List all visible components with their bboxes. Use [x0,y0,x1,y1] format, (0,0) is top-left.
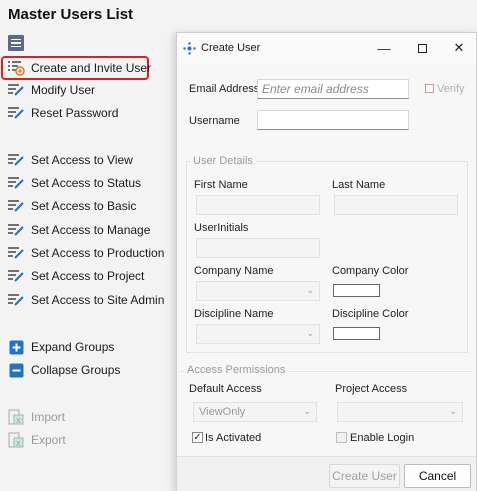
sidebar-item-label: Set Access to Basic [31,199,137,213]
username-label: Username [189,115,240,127]
svg-text:X: X [16,440,21,448]
sidebar-item-collapse-groups[interactable]: Collapse Groups [6,359,120,381]
sidebar-item-expand-groups[interactable]: Expand Groups [6,336,114,358]
user-initials-field[interactable] [196,238,320,258]
sidebar-item-import[interactable]: X Import [6,406,65,428]
discipline-color-picker[interactable] [333,327,380,340]
project-access-select[interactable]: ⌄ [337,402,463,422]
dialog-title: Create User [201,42,261,54]
discipline-name-select[interactable]: ⌄ [196,324,320,344]
verify-button[interactable]: Verify [425,83,465,95]
is-activated-checkbox[interactable]: ✓ [192,432,203,443]
svg-text:X: X [16,417,21,425]
sidebar-item-label: Create and Invite User [31,61,152,75]
edit-list-icon [6,104,26,122]
default-access-value: ViewOnly [199,406,246,418]
dialog-titlebar: Create User — ✕ [177,33,476,63]
minimize-icon[interactable]: — [376,40,392,56]
sidebar-item-export[interactable]: X Export [6,429,66,451]
discipline-color-label: Discipline Color [332,308,409,320]
sidebar-item-label: Modify User [31,83,96,97]
sidebar-item-label: Set Access to Project [31,269,145,283]
company-name-select[interactable]: ⌄ [196,281,320,301]
sidebar-item-label: Set Access to Production [31,246,165,260]
user-initials-label: UserInitials [194,222,249,234]
edit-list-icon [6,291,26,309]
cancel-button[interactable]: Cancel [404,464,471,488]
verify-label: Verify [437,83,465,95]
sidebar-item-label: Reset Password [31,106,119,120]
edit-list-icon [6,221,26,239]
excel-export-icon: X [6,431,26,449]
menu-icon[interactable] [8,35,24,51]
sidebar-item-label: Set Access to Status [31,176,142,190]
sidebar-item-label: Set Access to Site Admin [31,293,165,307]
verify-icon [425,84,434,93]
sidebar-item-create-invite-user[interactable]: Create and Invite User [6,57,151,79]
discipline-name-label: Discipline Name [194,308,274,320]
create-user-button[interactable]: Create User [329,464,400,488]
project-access-label: Project Access [335,383,408,395]
company-color-label: Company Color [332,265,409,277]
sidebar-item-set-access-site-admin[interactable]: Set Access to Site Admin [6,289,164,311]
collapse-icon [6,361,26,379]
sidebar-item-modify-user[interactable]: Modify User [6,79,95,101]
page-title: Master Users List [8,6,134,23]
sidebar-item-label: Import [31,410,66,424]
default-access-label: Default Access [189,383,262,395]
sidebar-item-label: Export [31,433,66,447]
app-icon [183,42,196,58]
email-field[interactable]: Enter email address [257,79,409,99]
company-name-label: Company Name [194,265,274,277]
is-activated-label: Is Activated [205,432,262,444]
chevron-down-icon: ⌄ [306,328,314,338]
default-access-select[interactable]: ViewOnly ⌄ [193,402,317,422]
enable-login-checkbox[interactable] [336,432,347,443]
sidebar-item-set-access-production[interactable]: Set Access to Production [6,242,164,264]
last-name-label: Last Name [332,179,386,191]
excel-import-icon: X [6,408,26,426]
sidebar-item-set-access-view[interactable]: Set Access to View [6,149,133,171]
access-permissions-title: Access Permissions [184,364,289,376]
edit-list-icon [6,267,26,285]
sidebar-item-label: Set Access to View [31,153,133,167]
sidebar-item-set-access-manage[interactable]: Set Access to Manage [6,219,150,241]
chevron-down-icon: ⌄ [306,285,314,295]
sidebar-item-set-access-project[interactable]: Set Access to Project [6,265,144,287]
user-details-title: User Details [190,155,256,167]
last-name-field[interactable] [334,195,458,215]
maximize-icon[interactable] [414,40,430,56]
edit-list-icon [6,174,26,192]
sidebar-item-reset-password[interactable]: Reset Password [6,102,118,124]
email-label: Email Address [189,83,260,95]
username-field[interactable] [257,110,409,130]
edit-list-icon [6,151,26,169]
edit-list-icon [6,81,26,99]
chevron-down-icon: ⌄ [449,406,457,416]
enable-login-label: Enable Login [350,432,415,444]
close-icon[interactable]: ✕ [451,40,467,56]
edit-list-icon [6,244,26,262]
sidebar-item-set-access-status[interactable]: Set Access to Status [6,172,141,194]
sidebar-item-label: Expand Groups [31,340,115,354]
chevron-down-icon: ⌄ [303,406,311,416]
expand-icon [6,338,26,356]
create-user-dialog: Create User — ✕ Email Address Enter emai… [176,32,477,491]
company-color-picker[interactable] [333,284,380,297]
first-name-label: First Name [194,179,248,191]
first-name-field[interactable] [196,195,320,215]
sidebar-item-set-access-basic[interactable]: Set Access to Basic [6,195,136,217]
edit-list-icon [6,197,26,215]
add-user-list-icon [6,59,26,77]
dialog-footer: Create User Cancel [177,456,476,491]
sidebar-item-label: Set Access to Manage [31,223,151,237]
sidebar-item-label: Collapse Groups [31,363,121,377]
